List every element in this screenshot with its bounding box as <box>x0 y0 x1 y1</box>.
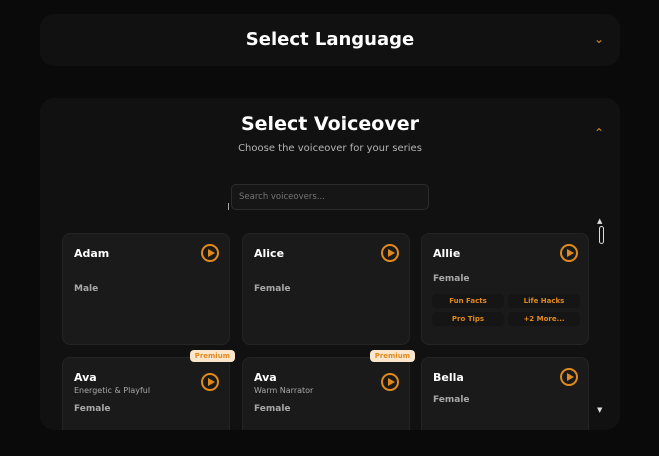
chevron-up-icon[interactable]: ⌃ <box>594 126 604 140</box>
play-icon[interactable] <box>381 373 399 391</box>
voice-gender: Female <box>433 274 470 284</box>
scrollbar-thumb[interactable] <box>599 226 604 244</box>
search-voiceovers-input[interactable] <box>231 184 429 210</box>
more-tags[interactable]: +2 More... <box>508 312 580 326</box>
scroll-down-arrow-icon[interactable]: ▼ <box>597 406 602 414</box>
scroll-up-arrow-icon[interactable]: ▲ <box>597 217 602 225</box>
voice-description: Warm Narrator <box>254 386 314 395</box>
voice-name: Alice <box>254 247 285 260</box>
play-icon[interactable] <box>381 244 399 262</box>
voice-card-alice[interactable]: Alice Female <box>242 233 410 345</box>
tag: Pro Tips <box>432 312 504 326</box>
chevron-down-icon[interactable]: ⌄ <box>594 32 604 46</box>
voice-name: Bella <box>433 371 464 384</box>
tag: Fun Facts <box>432 294 504 308</box>
voice-name: Ava <box>74 371 97 384</box>
play-icon[interactable] <box>201 244 219 262</box>
voiceover-subtitle: Choose the voiceover for your series <box>238 143 422 154</box>
voice-description: Energetic & Playful <box>74 386 151 395</box>
play-icon[interactable] <box>560 368 578 386</box>
select-voiceover-title: Select Voiceover <box>240 113 419 135</box>
voice-card-ava-energetic[interactable]: Premium Ava Energetic & Playful Female <box>62 350 235 430</box>
voice-name: Allie <box>433 247 461 260</box>
voice-gender: Female <box>74 404 111 414</box>
voice-name: Adam <box>74 247 110 260</box>
play-icon[interactable] <box>201 373 219 391</box>
premium-badge: Premium <box>189 350 235 362</box>
select-language-panel[interactable]: Select Language ⌄ <box>40 14 620 66</box>
voice-card-allie[interactable]: Allie Female Fun Facts Life Hacks Pro Ti… <box>421 233 589 345</box>
text-cursor-icon: I <box>227 202 230 213</box>
voice-gender: Female <box>254 404 291 414</box>
play-icon[interactable] <box>560 244 578 262</box>
voice-gender: Male <box>74 284 99 294</box>
voice-card-ava-warm[interactable]: Premium Ava Warm Narrator Female <box>242 350 415 430</box>
select-language-title: Select Language <box>245 29 415 50</box>
tag: Life Hacks <box>508 294 580 308</box>
voice-gender: Female <box>254 284 291 294</box>
select-voiceover-panel: Select Voiceover ⌃ Choose the voiceover … <box>40 98 620 430</box>
voice-gender: Female <box>433 395 470 405</box>
voice-name: Ava <box>254 371 277 384</box>
premium-badge: Premium <box>369 350 415 362</box>
voice-card-bella[interactable]: Bella Female <box>421 357 589 430</box>
voice-card-adam[interactable]: Adam Male <box>62 233 230 345</box>
